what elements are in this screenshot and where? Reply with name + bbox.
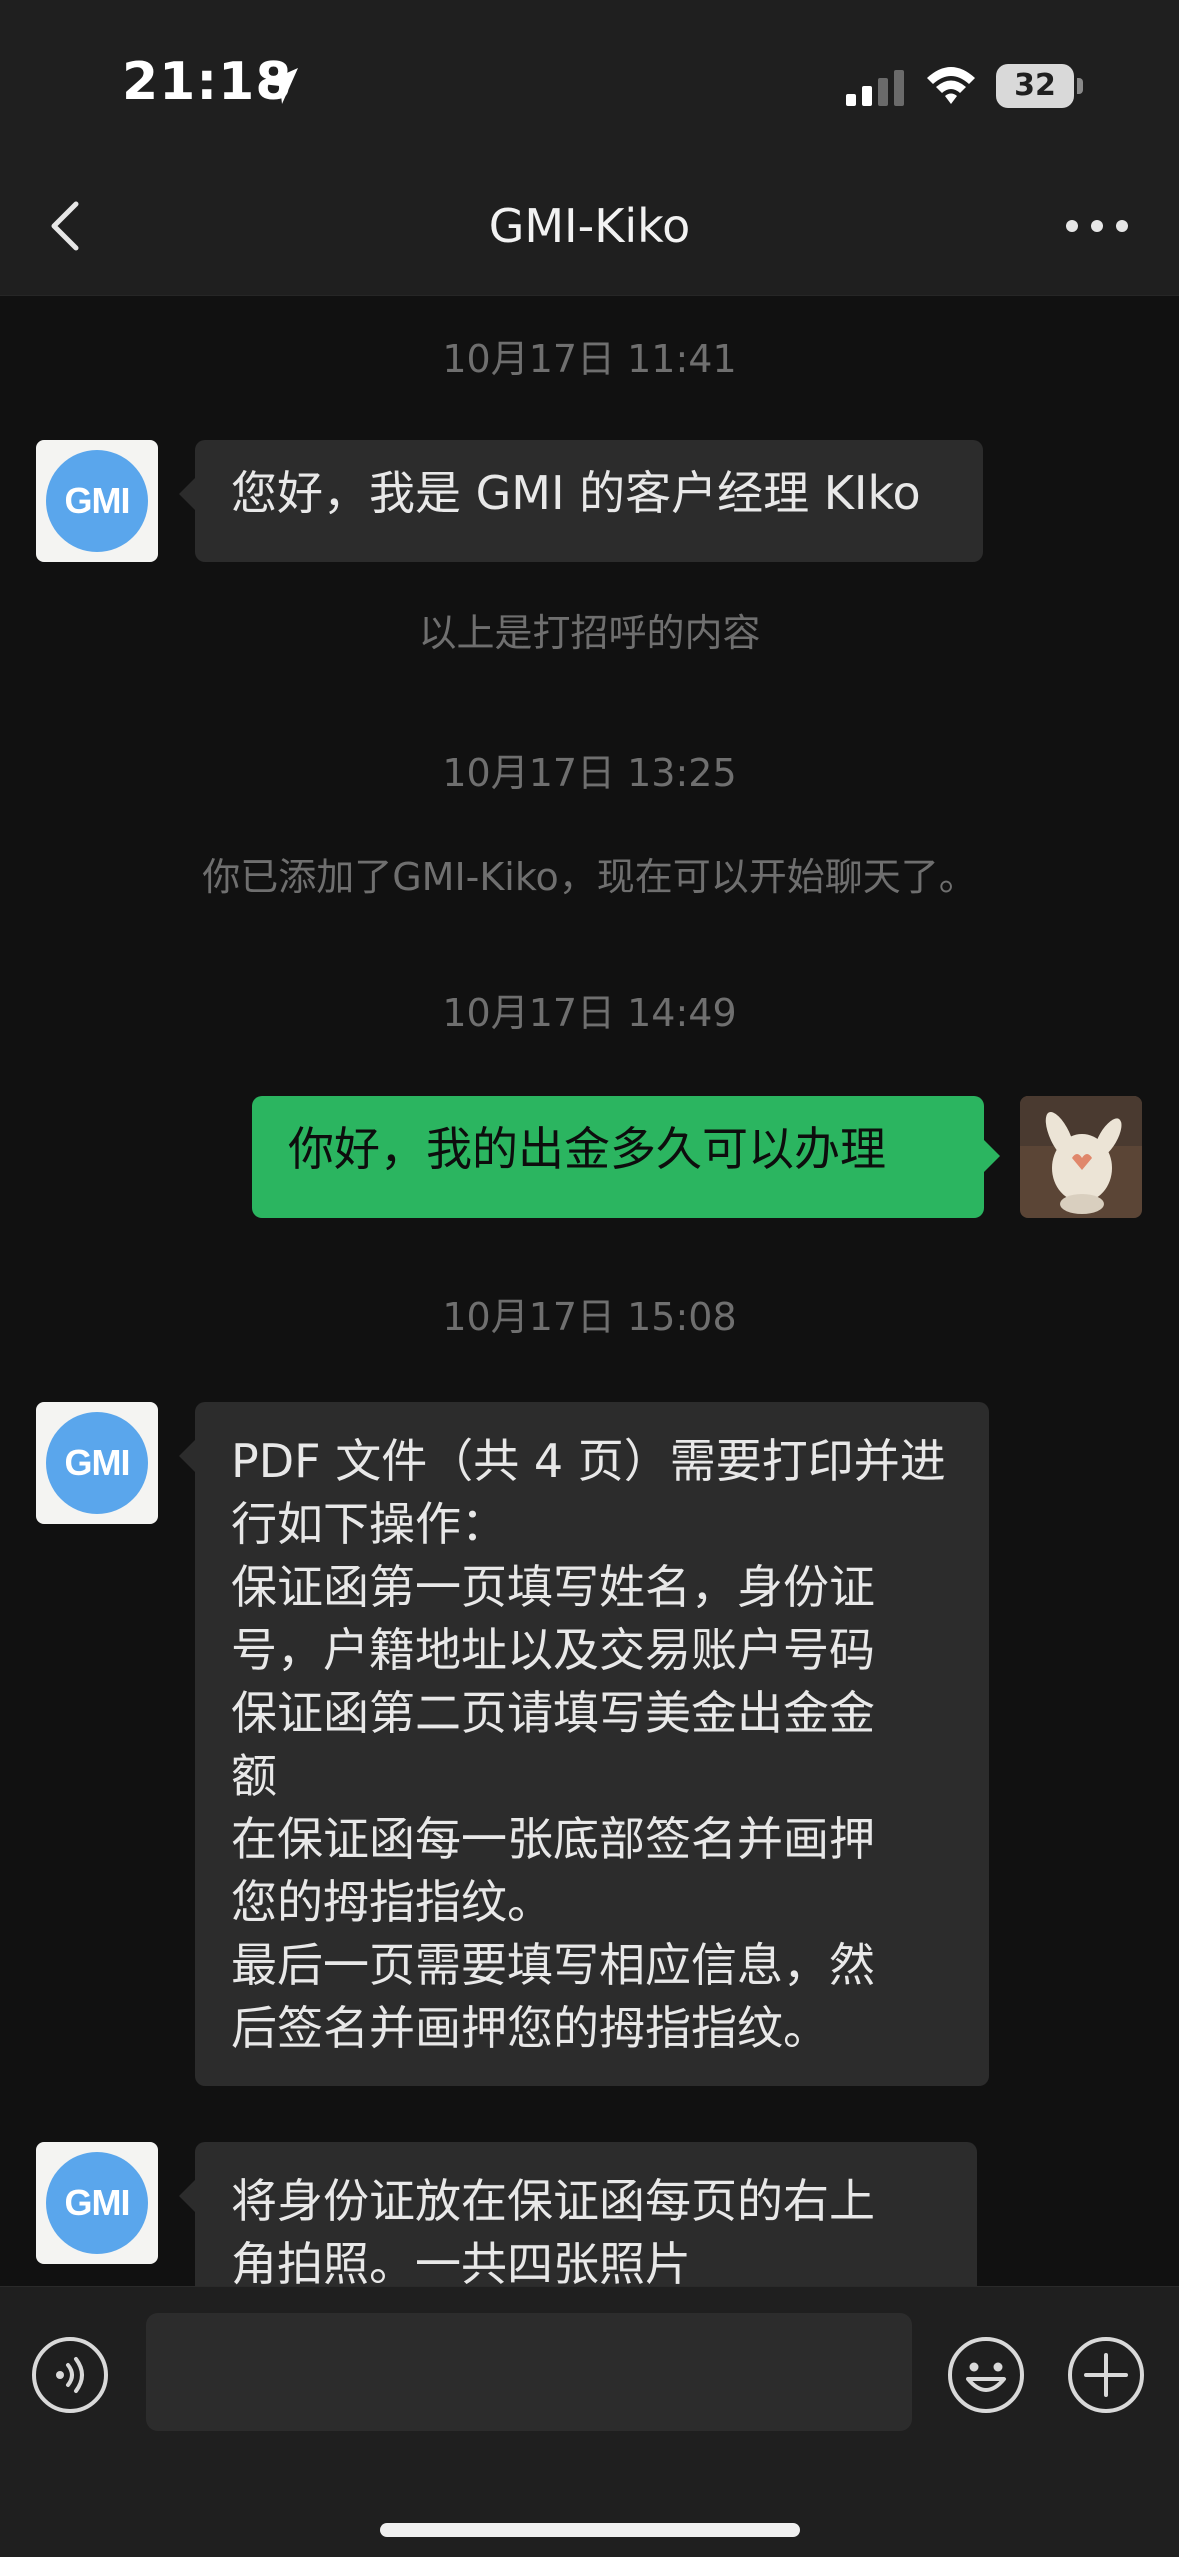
contact-avatar[interactable]: GMI xyxy=(36,2142,158,2264)
system-note: 你已添加了GMI-Kiko，现在可以开始聊天了。 xyxy=(202,855,977,899)
wifi-icon xyxy=(927,67,975,104)
chat-history[interactable]: 10月17日 11:41 GMI 您好，我是 GMI 的客户经理 KIko 以上… xyxy=(0,296,1179,2286)
battery-icon: 32 xyxy=(996,64,1074,108)
voice-input-icon[interactable] xyxy=(30,2335,110,2415)
chat-title: GMI-Kiko xyxy=(488,199,691,253)
message-input[interactable] xyxy=(146,2313,912,2431)
battery-tip xyxy=(1077,78,1083,94)
message-line: 您的拇指指纹。 xyxy=(231,1875,553,1929)
message-line: 号，户籍地址以及交易账户号码 xyxy=(231,1623,875,1677)
message-line: 你好，我的出金多久可以办理 xyxy=(288,1122,886,1176)
message-line: 保证函第二页请填写美金出金金 xyxy=(231,1686,875,1740)
avatar-logo-text: GMI xyxy=(64,2182,131,2223)
contact-avatar[interactable]: GMI xyxy=(36,1402,158,1524)
message-line: PDF 文件（共 4 页）需要打印并进 xyxy=(231,1434,946,1488)
timestamp: 10月17日 11:41 xyxy=(442,337,737,381)
avatar-logo-text: GMI xyxy=(64,480,131,521)
battery-level: 32 xyxy=(1014,68,1056,103)
plus-circle-icon[interactable] xyxy=(1066,2335,1146,2415)
timestamp: 10月17日 14:49 xyxy=(442,991,737,1035)
incoming-message[interactable]: PDF 文件（共 4 页）需要打印并进 行如下操作： 保证函第一页填写姓名，身份… xyxy=(179,1402,989,2086)
avatar-logo-text: GMI xyxy=(64,1442,131,1483)
message-line: 后签名并画押您的拇指指纹。 xyxy=(231,2001,829,2055)
plush-toy-avatar-image xyxy=(1020,1096,1142,1218)
message-line: 您好，我是 GMI 的客户经理 KIko xyxy=(231,466,921,520)
emoji-icon[interactable] xyxy=(946,2335,1026,2415)
message-line: 将身份证放在保证函每页的右上 xyxy=(231,2174,875,2228)
message-line: 行如下操作： xyxy=(231,1497,507,1551)
message-line: 额 xyxy=(231,1749,277,1803)
input-bar xyxy=(0,2286,1179,2557)
cellular-signal-icon xyxy=(846,70,904,106)
incoming-message[interactable]: 您好，我是 GMI 的客户经理 KIko xyxy=(179,440,983,562)
timestamp: 10月17日 13:25 xyxy=(442,751,737,795)
top-bar: 21:18 32 GMI-Kiko xyxy=(0,0,1179,296)
more-dots-icon[interactable] xyxy=(1062,210,1132,242)
outgoing-message[interactable]: 你好，我的出金多久可以办理 xyxy=(252,1096,1000,1218)
message-line: 保证函第一页填写姓名，身份证 xyxy=(231,1560,875,1614)
home-indicator xyxy=(380,2523,800,2537)
system-note: 以上是打招呼的内容 xyxy=(418,611,761,655)
incoming-message[interactable]: 将身份证放在保证函每页的右上 角拍照。一共四张照片 xyxy=(179,2142,977,2286)
message-line: 在保证函每一张底部签名并画押 xyxy=(231,1812,875,1866)
timestamp: 10月17日 15:08 xyxy=(442,1295,737,1339)
contact-avatar[interactable]: GMI xyxy=(36,440,158,562)
message-line: 角拍照。一共四张照片 xyxy=(231,2237,691,2286)
message-line: 最后一页需要填写相应信息，然 xyxy=(231,1938,875,1992)
my-avatar[interactable] xyxy=(1020,1096,1142,1218)
location-arrow-icon xyxy=(262,68,298,104)
